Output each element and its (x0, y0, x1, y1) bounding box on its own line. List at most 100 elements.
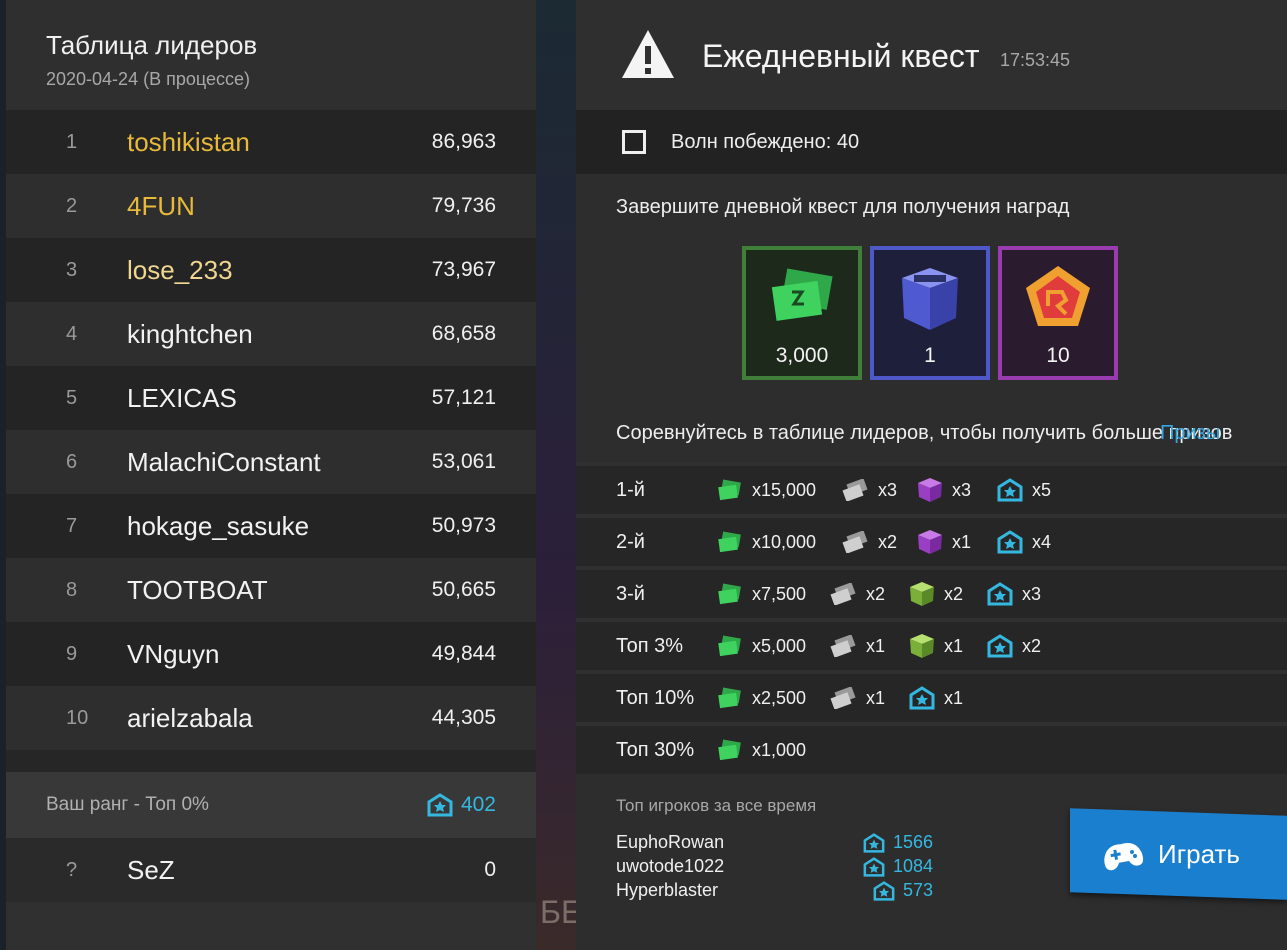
green-crate-icon (910, 582, 934, 606)
ticket-icon (830, 583, 856, 605)
prizes-link[interactable]: Призы (1160, 422, 1220, 445)
cash-amount: x7,500 (752, 583, 807, 604)
player-name: MalachiConstant (127, 446, 321, 477)
all-time-player-name: Hyperblaster (616, 880, 719, 900)
player-name: lose_233 (127, 254, 233, 285)
green-crate-icon (910, 634, 934, 658)
quest-description: Завершите дневной квест для получения на… (616, 196, 1070, 218)
player-score: 79,736 (431, 194, 496, 217)
medal-amount: x5 (1032, 479, 1052, 500)
cash-icon (771, 268, 833, 321)
tier-label: Топ 30% (616, 738, 695, 761)
rank-number: 3 (66, 258, 78, 281)
cash-icon (718, 635, 741, 657)
rank-number: 2 (66, 194, 78, 217)
medal-icon (863, 856, 885, 877)
reward-qty: 3,000 (775, 344, 829, 367)
tier-row-3rd: 3-й x7,500 x2 x2 x3 (576, 566, 1287, 618)
cash-icon (718, 531, 741, 553)
medal-icon (873, 880, 895, 901)
tier-label: Топ 10% (616, 686, 695, 709)
tier-label: 1-й (616, 478, 645, 501)
medal-icon (863, 832, 885, 853)
quest-objective: Волн побеждено: 40 (576, 110, 1287, 174)
crate-amount: x3 (952, 479, 972, 500)
leaderboard-row[interactable]: 4 kinghtchen 68,658 (6, 302, 536, 366)
crate-icon (902, 268, 958, 330)
medal-amount: x3 (1022, 583, 1042, 604)
crate-amount: x2 (944, 583, 964, 604)
tier-cash: x2,500 (718, 687, 806, 709)
medal-icon (987, 582, 1013, 606)
leaderboard-row[interactable]: 5 LEXICAS 57,121 (6, 366, 536, 430)
all-time-player-points: 1566 (863, 832, 933, 853)
leaderboard-row[interactable]: 9 VNguyn 49,844 (6, 622, 536, 686)
cash-icon (718, 479, 741, 501)
tier-tickets: x2 (842, 531, 897, 553)
all-time-player-name: EuphoRowan (616, 832, 725, 852)
reward-qty: 1 (924, 344, 936, 367)
all-time-player-points: 573 (873, 880, 933, 901)
player-name: toshikistan (127, 126, 250, 157)
objective-text: Волн побеждено: 40 (671, 130, 860, 153)
medal-amount: x4 (1032, 531, 1052, 552)
rank-number: 7 (66, 514, 78, 537)
tier-cash: x1,000 (718, 739, 806, 761)
leaderboard-footer (6, 902, 536, 950)
player-name: kinghtchen (127, 318, 253, 349)
tier-crate: x1 (916, 529, 971, 555)
cash-amount: x10,000 (752, 531, 817, 552)
crate-amount: x1 (952, 531, 972, 552)
medal-amount: x1 (944, 687, 964, 708)
leaderboard-panel: Таблица лидеров 2020-04-24 (В процессе) … (6, 0, 536, 950)
play-button[interactable]: Играть (1070, 808, 1287, 900)
player-score: 86,963 (431, 130, 496, 153)
leaderboard-row[interactable]: 7 hokage_sasuke 50,973 (6, 494, 536, 558)
rank-number: 10 (66, 706, 89, 729)
all-time-player-points: 1084 (863, 856, 933, 877)
ticket-amount: x2 (866, 583, 886, 604)
player-score: 44,305 (431, 706, 496, 729)
medal-icon (997, 530, 1023, 554)
tier-tickets: x1 (830, 687, 885, 709)
cash-icon (718, 687, 741, 709)
player-score: 0 (484, 858, 496, 881)
tier-crate: x1 (908, 633, 963, 659)
tier-tickets: x2 (830, 583, 885, 605)
medal-icon (987, 634, 1013, 658)
leaderboard-row[interactable]: 1 toshikistan 86,963 (6, 110, 536, 174)
my-rank-points: 402 (427, 793, 496, 817)
ticket-icon (842, 479, 868, 501)
cash-amount: x2,500 (752, 687, 807, 708)
reward-token-card[interactable]: 10 (998, 246, 1118, 380)
player-name: hokage_sasuke (127, 510, 310, 541)
tier-row-2nd: 2-й x10,000 x2 x1 x4 (576, 514, 1287, 566)
rank-number: 5 (66, 386, 78, 409)
tier-row-1st: 1-й x15,000 x3 x3 x5 (576, 462, 1287, 514)
leaderboard-list[interactable]: 1 toshikistan 86,963 2 4FUN 79,736 3 los… (6, 110, 536, 772)
tier-label: 3-й (616, 582, 645, 605)
my-leaderboard-row[interactable]: ? SeZ 0 (6, 838, 536, 902)
ticket-icon (830, 635, 856, 657)
rank-number: 4 (66, 322, 78, 345)
tier-medal: x4 (996, 530, 1051, 554)
tier-row-top30: Топ 30% x1,000 (576, 722, 1287, 774)
player-name: SeZ (127, 854, 175, 885)
leaderboard-row[interactable]: 2 4FUN 79,736 (6, 174, 536, 238)
leaderboard-row[interactable]: 6 MalachiConstant 53,061 (6, 430, 536, 494)
leaderboard-row[interactable]: 10 arielzabala 44,305 (6, 686, 536, 750)
quest-timer: 17:53:45 (1000, 50, 1071, 70)
player-name: 4FUN (127, 190, 195, 221)
daily-quest-panel: Ежедневный квест 17:53:45 Волн побеждено… (576, 0, 1287, 950)
purple-crate-icon (918, 530, 942, 554)
cash-icon (718, 583, 741, 605)
reward-cash-card[interactable]: 3,000 (742, 246, 862, 380)
reward-crate-card[interactable]: 1 (870, 246, 990, 380)
cash-amount: x5,000 (752, 635, 807, 656)
points-value: 573 (903, 880, 934, 900)
tier-medal: x1 (908, 686, 963, 710)
leaderboard-row[interactable]: 3 lose_233 73,967 (6, 238, 536, 302)
tier-cash: x5,000 (718, 635, 806, 657)
crate-amount: x1 (944, 635, 964, 656)
leaderboard-row[interactable]: 8 TOOTBOAT 50,665 (6, 558, 536, 622)
